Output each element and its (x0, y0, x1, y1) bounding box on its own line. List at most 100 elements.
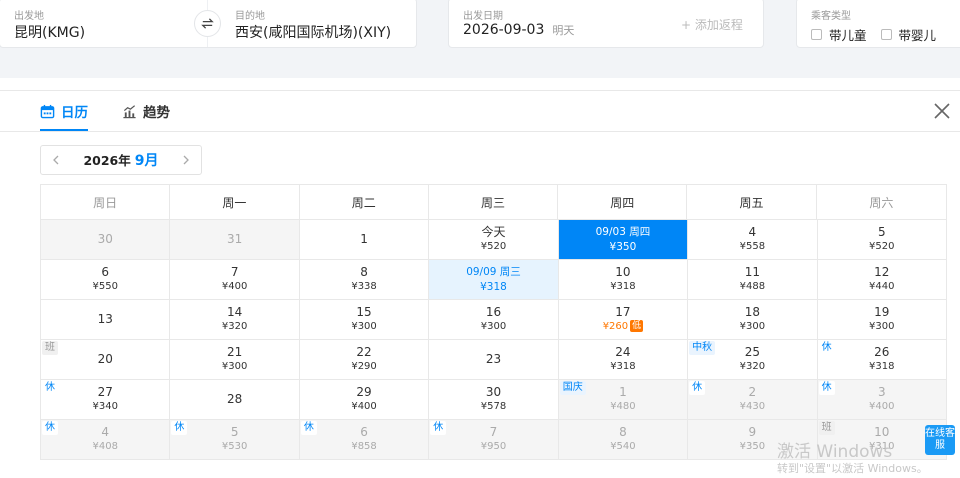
calendar-day-cell: 休 3 ¥400 (817, 380, 947, 420)
destination-field[interactable]: 西安(咸阳国际机场)(XIY) (235, 22, 391, 42)
trend-chart-icon (123, 104, 136, 118)
prev-month-button[interactable] (41, 146, 71, 174)
calendar-day-cell[interactable]: 21 ¥300 (170, 340, 300, 380)
calendar-day-cell[interactable]: 12 ¥440 (817, 260, 947, 300)
day-number: 5 (877, 225, 886, 239)
month-navigator: 2026年 9月 (40, 145, 202, 175)
calendar-day-cell[interactable]: 6 ¥550 (41, 260, 171, 300)
add-return-button[interactable]: + 添加返程 (681, 16, 743, 33)
day-price: ¥350 (609, 241, 637, 253)
calendar-day-cell[interactable]: 16 ¥300 (429, 300, 559, 340)
day-price-row: ¥300 (481, 320, 506, 334)
calendar-day-cell[interactable]: 15 ¥300 (299, 300, 430, 340)
tab-calendar[interactable]: 日历 (40, 91, 88, 131)
day-price-row: ¥540 (610, 440, 635, 454)
next-month-button[interactable] (171, 146, 201, 174)
swap-cities-button[interactable] (194, 10, 221, 37)
holiday-tag: 休 (818, 381, 835, 395)
calendar-day-cell[interactable]: 18 ¥300 (688, 300, 818, 340)
day-price-row: ¥408 (92, 440, 117, 454)
calendar-day-cell[interactable]: 29 ¥400 (299, 380, 430, 420)
day-price-row: ¥300 (740, 320, 765, 334)
calendar-day-cell[interactable]: 24 ¥318 (558, 340, 689, 380)
day-price-row: ¥300 (222, 360, 247, 374)
day-price-row: ¥320 (222, 320, 247, 334)
day-price-row: ¥318 (610, 360, 635, 374)
calendar-day-cell[interactable]: 13 (41, 300, 171, 340)
tab-trend[interactable]: 趋势 (122, 91, 170, 131)
day-number: 30 (97, 232, 113, 246)
day-number: 8 (360, 265, 368, 279)
calendar-day-cell[interactable]: 17 ¥260 低 (558, 300, 689, 340)
day-number: 09/03 周四 (595, 226, 651, 238)
calendar-day-cell[interactable]: 今天 ¥520 (429, 220, 559, 260)
day-price: ¥430 (739, 401, 766, 412)
weekday-header: 周日 周一 周二 周三 周四 周五 周六 (40, 184, 947, 219)
calendar-day-cell[interactable]: 班 20 (41, 340, 171, 380)
watermark-line1: 激活 Windows (777, 442, 893, 462)
with-infant-checkbox[interactable]: 带婴儿 (880, 25, 936, 44)
calendar-day-cell: 休 6 ¥858 (299, 420, 430, 460)
day-number: 3 (877, 385, 886, 399)
month-title: 2026年 9月 (71, 150, 171, 170)
day-price-row: ¥338 (351, 280, 376, 294)
origin-label: 出发地 (14, 11, 44, 22)
day-number: 19 (874, 305, 890, 319)
day-price: ¥440 (869, 281, 895, 292)
calendar-day-cell: 休 2 ¥430 (688, 380, 818, 420)
customer-service-button[interactable]: 在线客服 (925, 425, 955, 455)
day-number: 10 (874, 425, 890, 439)
calendar-day-cell[interactable]: 5 ¥520 (817, 220, 947, 260)
calendar-day-cell: 国庆 1 ¥480 (558, 380, 689, 420)
calendar-day-cell[interactable]: 1 (299, 220, 430, 260)
holiday-tag: 休 (42, 381, 58, 395)
day-price: ¥520 (869, 241, 895, 252)
calendar-day-cell[interactable]: 7 ¥400 (170, 260, 300, 300)
calendar-day-cell[interactable]: 休 26 ¥318 (817, 340, 947, 380)
day-price-row: ¥400 (351, 400, 376, 414)
calendar-day-cell[interactable]: 8 ¥338 (299, 260, 430, 300)
calendar-day-cell[interactable]: 28 (170, 380, 300, 420)
passenger-box: 乘客类型 带儿童 带婴儿 (796, 0, 960, 48)
weekday-label: 周日 (41, 185, 171, 219)
calendar-day-cell[interactable]: 4 ¥558 (688, 220, 818, 260)
date-field[interactable]: 2026-09-03 明天 (463, 22, 574, 38)
calendar-day-cell[interactable]: 11 ¥488 (688, 260, 818, 300)
day-price: ¥350 (739, 441, 766, 452)
calendar-day-cell[interactable]: 09/09 周三 ¥318 (429, 260, 559, 300)
day-price-row: ¥488 (740, 280, 765, 294)
calendar-day-cell[interactable]: 19 ¥300 (817, 300, 947, 340)
day-price-row: ¥950 (481, 440, 506, 454)
day-price-row: ¥550 (92, 280, 117, 294)
calendar-day-cell[interactable]: 23 (429, 340, 559, 380)
with-child-checkbox[interactable]: 带儿童 (811, 25, 867, 44)
day-price: ¥260 (602, 321, 629, 332)
day-number: 24 (615, 345, 631, 359)
day-price-row: ¥578 (481, 400, 506, 414)
holiday-tag: 休 (689, 381, 706, 395)
date-box: 出发日期 2026-09-03 明天 + 添加返程 (448, 0, 764, 48)
day-number: 26 (874, 345, 890, 359)
origin-field[interactable]: 昆明(KMG) (14, 22, 85, 42)
calendar-day-cell[interactable]: 22 ¥290 (299, 340, 430, 380)
holiday-tag: 休 (300, 421, 317, 435)
day-price: ¥858 (351, 441, 377, 452)
day-price-row: ¥260 低 (602, 320, 644, 334)
calendar-day-cell[interactable]: 14 ¥320 (170, 300, 300, 340)
day-price: ¥400 (869, 401, 895, 412)
calendar-day-cell[interactable]: 中秋 25 ¥320 (688, 340, 818, 380)
calendar-day-cell[interactable]: 30 ¥578 (429, 380, 559, 420)
calendar-day-cell[interactable]: 09/03 周四 ¥350 (558, 220, 689, 260)
route-box: 出发地 昆明(KMG) 目的地 西安(咸阳国际机场)(XIY) (0, 0, 417, 48)
close-icon[interactable] (932, 101, 952, 121)
day-number: 15 (356, 305, 372, 319)
holiday-tag: 休 (171, 421, 188, 435)
day-number: 10 (615, 265, 631, 279)
calendar-day-cell[interactable]: 10 ¥318 (558, 260, 689, 300)
day-price: ¥340 (92, 401, 118, 412)
calendar-day-cell[interactable]: 休 27 ¥340 (41, 380, 171, 420)
day-number: 2 (748, 385, 757, 399)
day-price: ¥338 (351, 281, 377, 292)
calendar-day-cell: 休 5 ¥530 (170, 420, 300, 460)
calendar-grid: 周日 周一 周二 周三 周四 周五 周六 30 31 1 今天 ¥520 09/03 周四 ¥350 4 ¥… (40, 184, 947, 460)
